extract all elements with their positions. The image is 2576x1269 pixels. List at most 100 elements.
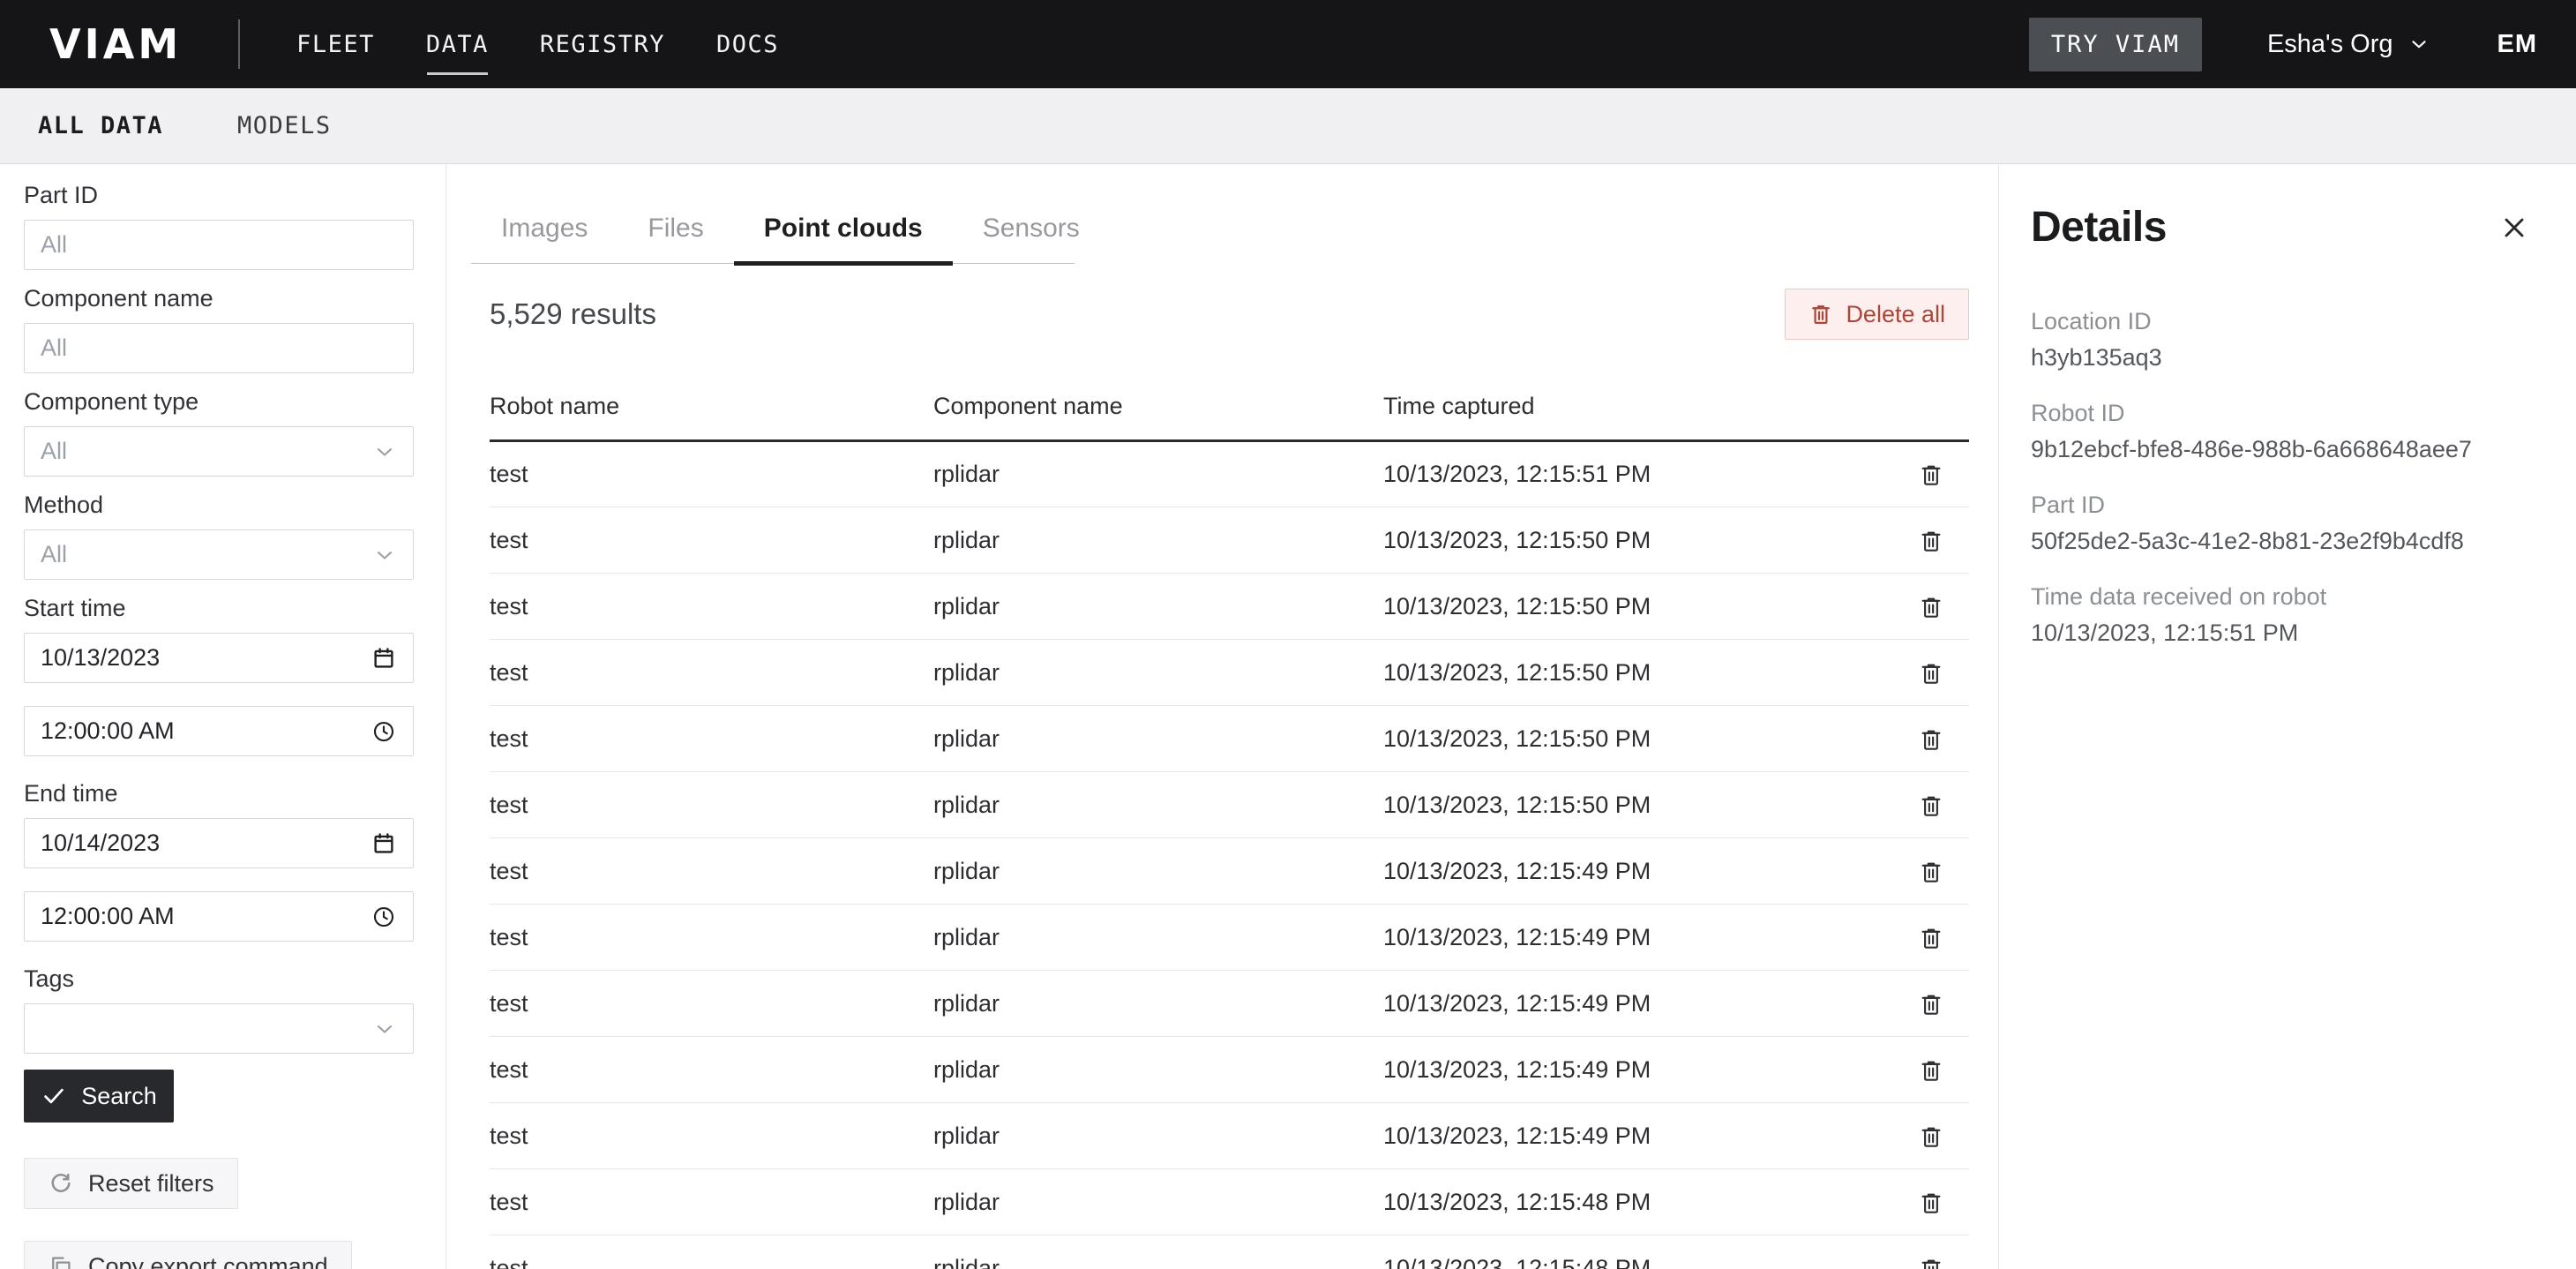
delete-row-button[interactable]: [1918, 1256, 1944, 1269]
delete-row-button[interactable]: [1918, 792, 1944, 819]
refresh-icon: [48, 1170, 74, 1197]
delete-row-button[interactable]: [1918, 991, 1944, 1017]
table-row[interactable]: test rplidar 10/13/2023, 12:15:48 PM: [490, 1169, 1969, 1235]
table-row[interactable]: test rplidar 10/13/2023, 12:15:49 PM: [490, 838, 1969, 905]
nav-link-label: REGISTRY: [540, 31, 665, 58]
calendar-icon[interactable]: [371, 830, 397, 857]
time-input[interactable]: 12:00:00 AM: [24, 891, 414, 942]
table-row[interactable]: test rplidar 10/13/2023, 12:15:51 PM: [490, 441, 1969, 507]
trash-icon: [1918, 1123, 1944, 1150]
cell-component-name: rplidar: [933, 1037, 1383, 1103]
details-panel: Details Location ID h3yb135aq3 Robot ID …: [1998, 164, 2576, 1269]
text-input[interactable]: All: [24, 323, 414, 373]
cell-time-captured: 10/13/2023, 12:15:50 PM: [1383, 640, 1882, 706]
viam-logo[interactable]: VIAM: [49, 20, 182, 68]
details-fields: Location ID h3yb135aq3 Robot ID 9b12ebcf…: [2031, 308, 2534, 647]
time-input[interactable]: 12:00:00 AM: [24, 706, 414, 756]
table-row[interactable]: test rplidar 10/13/2023, 12:15:50 PM: [490, 706, 1969, 772]
copy-icon: [48, 1253, 74, 1269]
details-field-value: 50f25de2-5a3c-41e2-8b81-23e2f9b4cdf8: [2031, 528, 2534, 555]
cell-time-captured: 10/13/2023, 12:15:49 PM: [1383, 838, 1882, 905]
content-tab[interactable]: Sensors: [953, 208, 1110, 263]
table-row[interactable]: test rplidar 10/13/2023, 12:15:50 PM: [490, 507, 1969, 574]
time-value: 12:00:00 AM: [41, 903, 175, 930]
table-row[interactable]: test rplidar 10/13/2023, 12:15:49 PM: [490, 1037, 1969, 1103]
delete-row-button[interactable]: [1918, 660, 1944, 687]
nav-link[interactable]: REGISTRY: [540, 31, 665, 58]
clock-icon[interactable]: [371, 718, 397, 745]
delete-all-label: Delete all: [1846, 301, 1945, 328]
search-button[interactable]: Search: [24, 1070, 174, 1123]
cell-robot-name: test: [490, 1169, 933, 1235]
content-tab[interactable]: Files: [618, 208, 733, 263]
cell-component-name: rplidar: [933, 1235, 1383, 1269]
chevron-down-icon: [2408, 33, 2430, 56]
select-input[interactable]: All: [24, 529, 414, 580]
subnav-tab[interactable]: MODELS: [237, 112, 332, 139]
delete-row-button[interactable]: [1918, 925, 1944, 951]
content-tab-label: Sensors: [983, 214, 1080, 243]
table-row[interactable]: test rplidar 10/13/2023, 12:15:50 PM: [490, 640, 1969, 706]
delete-row-button[interactable]: [1918, 528, 1944, 554]
trash-icon: [1918, 1256, 1944, 1269]
user-menu[interactable]: EM: [2497, 30, 2538, 59]
trash-icon: [1918, 991, 1944, 1017]
close-details-button[interactable]: [2498, 203, 2534, 246]
details-field-label: Time data received on robot: [2031, 583, 2534, 611]
results-main: ImagesFilesPoint cloudsSensors 5,529 res…: [446, 164, 1998, 1269]
select-value: All: [41, 438, 67, 465]
date-input[interactable]: 10/13/2023: [24, 633, 414, 683]
calendar-icon[interactable]: [371, 645, 397, 672]
filter-field: Method All: [24, 492, 414, 580]
reset-filters-label: Reset filters: [88, 1170, 214, 1198]
content-tab[interactable]: Point clouds: [734, 208, 953, 263]
table-row[interactable]: test rplidar 10/13/2023, 12:15:49 PM: [490, 905, 1969, 971]
clock-icon[interactable]: [371, 904, 397, 930]
delete-row-button[interactable]: [1918, 1190, 1944, 1216]
delete-row-button[interactable]: [1918, 594, 1944, 620]
copy-export-command-button[interactable]: Copy export command: [24, 1241, 352, 1269]
cell-robot-name: test: [490, 905, 933, 971]
copy-export-command-label: Copy export command: [88, 1253, 328, 1269]
date-input[interactable]: 10/14/2023: [24, 818, 414, 868]
table-row[interactable]: test rplidar 10/13/2023, 12:15:48 PM: [490, 1235, 1969, 1269]
delete-row-button[interactable]: [1918, 1057, 1944, 1084]
data-subnav: ALL DATA MODELS: [0, 88, 2576, 164]
cell-component-name: rplidar: [933, 772, 1383, 838]
content-tab-label: Files: [648, 214, 703, 243]
select-input[interactable]: All: [24, 426, 414, 477]
details-field: Robot ID 9b12ebcf-bfe8-486e-988b-6a66864…: [2031, 400, 2534, 463]
reset-filters-button[interactable]: Reset filters: [24, 1158, 238, 1209]
input-placeholder: All: [41, 231, 67, 259]
table-row[interactable]: test rplidar 10/13/2023, 12:15:49 PM: [490, 971, 1969, 1037]
date-value: 10/13/2023: [41, 644, 160, 672]
delete-all-button[interactable]: Delete all: [1785, 289, 1969, 340]
filter-field: Tags: [24, 965, 414, 1054]
filter-label: Component name: [24, 285, 414, 312]
details-field-value: 9b12ebcf-bfe8-486e-988b-6a668648aee7: [2031, 436, 2534, 463]
cell-time-captured: 10/13/2023, 12:15:50 PM: [1383, 706, 1882, 772]
delete-row-button[interactable]: [1918, 726, 1944, 753]
select-input[interactable]: [24, 1003, 414, 1054]
delete-row-button[interactable]: [1918, 1123, 1944, 1150]
cell-robot-name: test: [490, 640, 933, 706]
time-value: 12:00:00 AM: [41, 717, 175, 745]
text-input[interactable]: All: [24, 220, 414, 270]
delete-row-button[interactable]: [1918, 859, 1944, 885]
trash-icon: [1918, 792, 1944, 819]
top-nav: VIAM FLEET DATA REGISTRY DOCS TRY VIAM Esha…: [0, 0, 2576, 88]
subnav-tab[interactable]: ALL DATA: [38, 112, 163, 139]
nav-link[interactable]: DATA: [426, 31, 489, 58]
try-viam-button[interactable]: TRY VIAM: [2029, 18, 2202, 71]
filter-label: Method: [24, 492, 414, 519]
cell-component-name: rplidar: [933, 507, 1383, 574]
cell-robot-name: test: [490, 971, 933, 1037]
delete-row-button[interactable]: [1918, 462, 1944, 488]
table-row[interactable]: test rplidar 10/13/2023, 12:15:50 PM: [490, 574, 1969, 640]
nav-link[interactable]: DOCS: [716, 31, 779, 58]
table-row[interactable]: test rplidar 10/13/2023, 12:15:50 PM: [490, 772, 1969, 838]
table-row[interactable]: test rplidar 10/13/2023, 12:15:49 PM: [490, 1103, 1969, 1169]
content-tab[interactable]: Images: [471, 208, 618, 263]
org-switcher[interactable]: Esha's Org: [2267, 30, 2430, 59]
nav-link[interactable]: FLEET: [296, 31, 375, 58]
